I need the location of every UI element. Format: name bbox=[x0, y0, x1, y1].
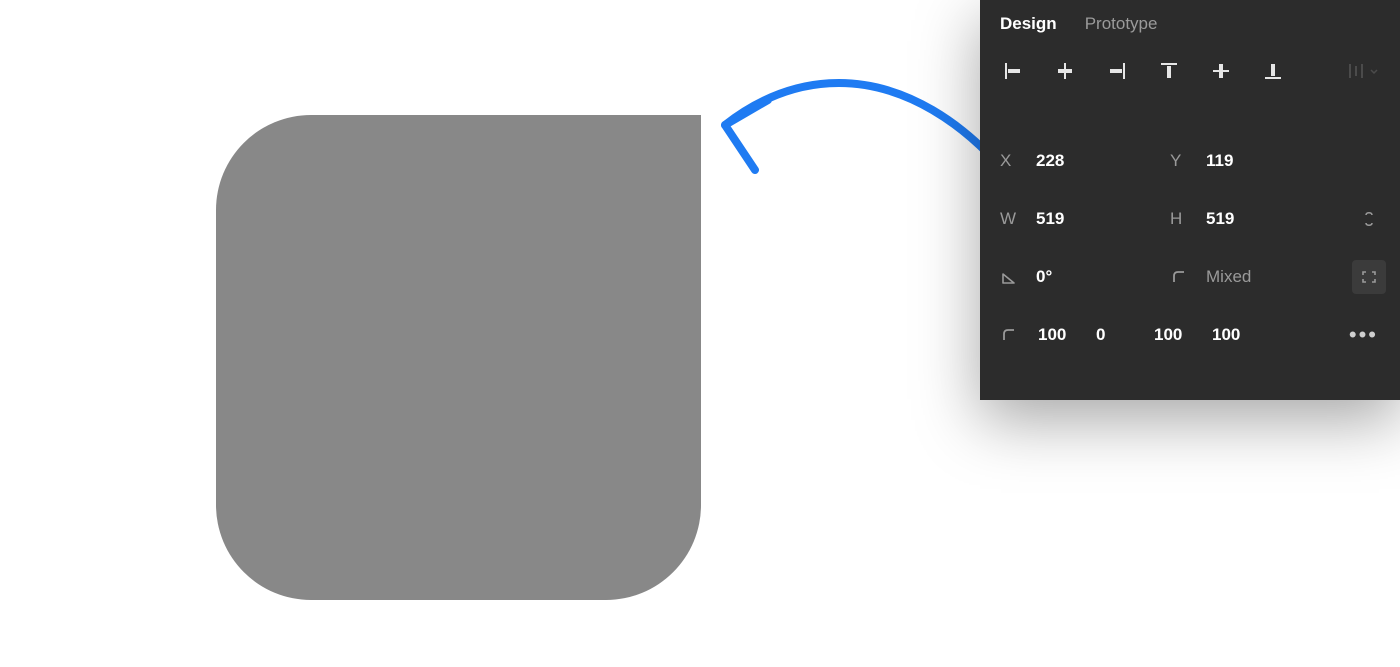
properties-section: X Y W H bbox=[980, 102, 1400, 364]
y-input[interactable] bbox=[1206, 151, 1276, 171]
rotation-icon bbox=[1000, 268, 1036, 286]
position-row: X Y bbox=[1000, 132, 1386, 190]
corner-radius-input[interactable] bbox=[1206, 267, 1276, 287]
align-bottom-icon[interactable] bbox=[1260, 58, 1286, 84]
alignment-row bbox=[980, 48, 1400, 102]
corner-tr-input[interactable] bbox=[1096, 325, 1144, 345]
tab-design[interactable]: Design bbox=[1000, 14, 1057, 34]
align-vertical-center-icon[interactable] bbox=[1208, 58, 1234, 84]
align-left-icon[interactable] bbox=[1000, 58, 1026, 84]
rotation-radius-row bbox=[1000, 248, 1386, 306]
align-top-icon[interactable] bbox=[1156, 58, 1182, 84]
align-horizontal-center-icon[interactable] bbox=[1052, 58, 1078, 84]
h-input[interactable] bbox=[1206, 209, 1276, 229]
individual-corners-row: ••• bbox=[1000, 306, 1386, 364]
tab-prototype[interactable]: Prototype bbox=[1085, 14, 1158, 34]
corner-radius-icon bbox=[1170, 268, 1206, 286]
size-row: W H bbox=[1000, 190, 1386, 248]
canvas-rectangle[interactable] bbox=[216, 115, 701, 600]
design-panel: Design Prototype X bbox=[980, 0, 1400, 400]
w-label: W bbox=[1000, 209, 1036, 229]
align-right-icon[interactable] bbox=[1104, 58, 1130, 84]
panel-tabs: Design Prototype bbox=[980, 0, 1400, 48]
distribute-spacing-icon[interactable] bbox=[1346, 61, 1380, 81]
h-label: H bbox=[1170, 209, 1206, 229]
w-input[interactable] bbox=[1036, 209, 1106, 229]
rotation-input[interactable] bbox=[1036, 267, 1106, 287]
independent-corners-icon[interactable] bbox=[1352, 260, 1386, 294]
constrain-proportions-icon[interactable] bbox=[1352, 202, 1386, 236]
corner-bl-input[interactable] bbox=[1212, 325, 1260, 345]
y-label: Y bbox=[1170, 151, 1206, 171]
more-options-icon[interactable]: ••• bbox=[1349, 322, 1386, 348]
x-label: X bbox=[1000, 151, 1036, 171]
corner-top-left-icon bbox=[1000, 326, 1028, 344]
x-input[interactable] bbox=[1036, 151, 1106, 171]
corner-br-input[interactable] bbox=[1154, 325, 1202, 345]
corner-tl-input[interactable] bbox=[1038, 325, 1086, 345]
